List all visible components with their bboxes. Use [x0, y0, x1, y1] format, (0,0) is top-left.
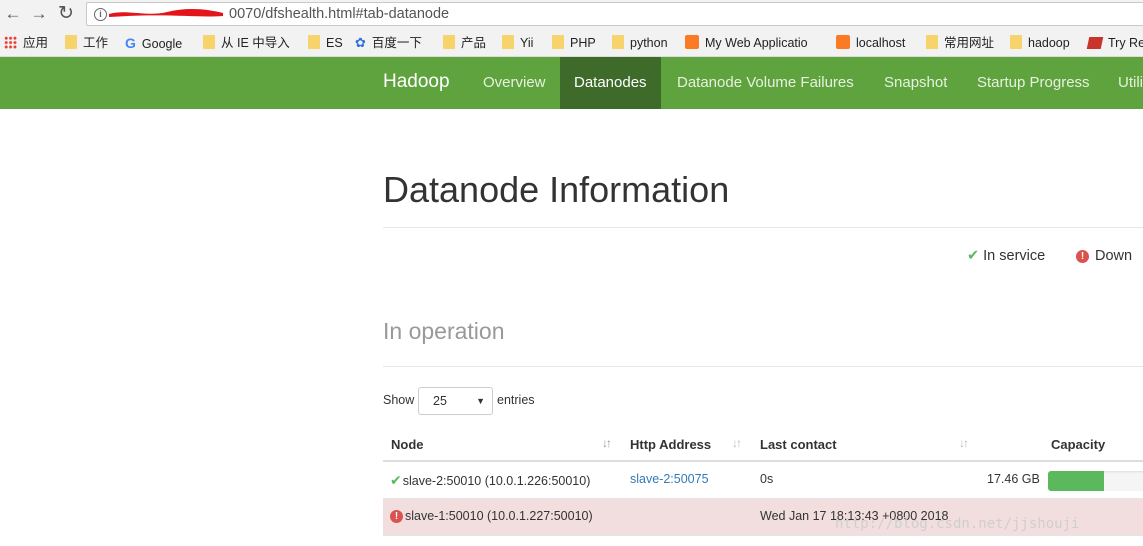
folder-icon [926, 35, 938, 49]
exclamation-circle-icon: ! [1076, 250, 1089, 263]
column-capacity[interactable]: Capacity [1051, 437, 1105, 452]
folder-icon [502, 35, 514, 49]
bookmark-python[interactable]: python [612, 34, 668, 52]
capacity-bar [1048, 471, 1143, 491]
legend-down: ! Down [1076, 248, 1132, 264]
folder-icon [443, 35, 455, 49]
folder-icon [308, 35, 320, 49]
watermark: http://blog.csdn.net/jjshouji [835, 516, 1080, 532]
bookmark-google[interactable]: G Google [125, 34, 182, 52]
column-node[interactable]: Node [391, 437, 424, 452]
folder-icon [1010, 35, 1022, 49]
http-address-link[interactable]: slave-2:50075 [630, 472, 709, 486]
bookmark-localhost[interactable]: localhost [836, 34, 905, 52]
column-http-address[interactable]: Http Address [630, 437, 711, 452]
page-size-value: 25 [433, 394, 447, 408]
capacity-bar-fill [1048, 471, 1104, 491]
redis-icon [1086, 37, 1104, 49]
reload-icon[interactable]: ↻ [56, 4, 76, 24]
section-title: In operation [383, 318, 505, 344]
xampp-icon [685, 35, 699, 49]
folder-icon [612, 35, 624, 49]
bookmark-php[interactable]: PHP [552, 34, 596, 52]
address-bar[interactable]: i 0070/dfshealth.html#tab-datanode [86, 2, 1143, 26]
nav-snapshot[interactable]: Snapshot [884, 57, 947, 109]
capacity-cell: 17.46 GB [987, 472, 1040, 486]
node-cell: ✔slave-2:50010 (10.0.1.226:50010) [390, 472, 591, 488]
column-last-contact[interactable]: Last contact [760, 437, 837, 452]
bookmark-baidu[interactable]: ✿ 百度一下 [355, 34, 422, 52]
bookmark-my-web-application[interactable]: My Web Applicatio [685, 34, 808, 52]
bookmark-hadoop[interactable]: hadoop [1010, 34, 1070, 52]
nav-startup-progress[interactable]: Startup Progress [977, 57, 1090, 109]
bookmark-product[interactable]: 产品 [443, 34, 486, 52]
page-title: Datanode Information [383, 169, 730, 210]
google-icon: G [125, 35, 136, 51]
bookmark-work[interactable]: 工作 [65, 34, 108, 52]
nav-datanodes[interactable]: Datanodes [560, 57, 661, 109]
bookmarks-bar: 应用 工作 G Google 从 IE 中导入 ES ✿ 百度一下 产品 Yii P… [0, 29, 1143, 57]
table-row: ✔slave-2:50010 (10.0.1.226:50010) slave-… [383, 462, 1143, 499]
hadoop-navbar: Hadoop Overview Datanodes Datanode Volum… [0, 57, 1143, 109]
browser-toolbar: ← → ↻ i 0070/dfshealth.html#tab-datanode [0, 0, 1143, 29]
bookmark-try-redis[interactable]: Try Re [1086, 34, 1143, 52]
site-info-icon[interactable]: i [94, 8, 107, 21]
check-icon: ✔ [390, 472, 402, 488]
url-text: 0070/dfshealth.html#tab-datanode [229, 6, 450, 22]
folder-icon [203, 35, 215, 49]
caret-down-icon: ▼ [476, 396, 485, 406]
bookmark-common-sites[interactable]: 常用网址 [926, 34, 994, 52]
baidu-paw-icon: ✿ [355, 35, 366, 50]
nav-datanode-volume-failures[interactable]: Datanode Volume Failures [677, 57, 854, 109]
bookmark-apps[interactable]: 应用 [4, 34, 48, 52]
bookmark-yii[interactable]: Yii [502, 34, 533, 52]
nav-overview[interactable]: Overview [483, 57, 546, 109]
back-icon[interactable]: ← [3, 4, 23, 24]
sort-desc-icon[interactable]: ↓↑ [602, 436, 612, 450]
sort-icon[interactable]: ↓↑ [732, 436, 742, 450]
forward-icon[interactable]: → [29, 4, 49, 24]
bookmark-ie-import[interactable]: 从 IE 中导入 [203, 34, 290, 52]
http-address-cell: slave-2:50075 [630, 472, 709, 486]
node-cell: ! slave-1:50010 (10.0.1.227:50010) [390, 509, 593, 523]
legend-in-service: ✔ In service [967, 248, 1046, 264]
last-contact-cell: 0s [760, 472, 774, 486]
show-label: Show [383, 393, 415, 407]
apps-grid-icon [4, 36, 17, 49]
exclamation-circle-icon: ! [390, 510, 403, 523]
page-size-select[interactable]: 25 ▼ [418, 387, 493, 415]
bookmark-es[interactable]: ES [308, 34, 343, 52]
folder-icon [552, 35, 564, 49]
brand-logo-text[interactable]: Hadoop [383, 71, 450, 93]
table-header: Node ↓↑ Http Address ↓↑ Last contact ↓↑ … [383, 427, 1143, 462]
divider [383, 366, 1143, 367]
nav-utilities[interactable]: Utili [1118, 57, 1143, 109]
entries-label: entries [497, 393, 535, 407]
sort-icon[interactable]: ↓↑ [959, 436, 969, 450]
redaction-mark [109, 9, 223, 17]
check-icon: ✔ [967, 248, 980, 264]
folder-icon [65, 35, 77, 49]
divider [383, 227, 1143, 228]
xampp-icon [836, 35, 850, 49]
